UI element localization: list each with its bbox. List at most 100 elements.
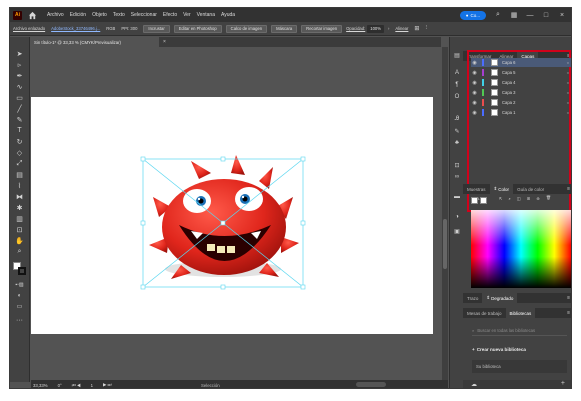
layer-target-icon[interactable]: ○ (567, 100, 569, 105)
artboards-panel-icon[interactable]: ⊡ (453, 161, 461, 169)
object-type-label[interactable]: Archivo enlazado (13, 26, 45, 31)
more-tools-icon[interactable]: ··· (14, 316, 25, 325)
collect-export-icon[interactable]: ⇱ (499, 196, 503, 201)
align-icon[interactable]: ⊞ (414, 25, 419, 32)
image-trace-button[interactable]: Calco de imagen (225, 24, 268, 33)
visibility-eye-icon[interactable]: ◉ (471, 60, 478, 66)
layer-name[interactable]: Capa 6 (502, 60, 550, 65)
clipping-mask-icon[interactable]: ◫ (517, 196, 521, 201)
scale-tool-icon[interactable]: ⤢ (14, 159, 25, 168)
artboard-nav-prev-icon[interactable]: ⏮ ◀ (72, 383, 81, 388)
tab-color-guide[interactable]: Guía de color (513, 184, 548, 194)
zoom-tool-icon[interactable]: ⌕ (14, 247, 25, 256)
close-icon[interactable]: × (557, 10, 567, 20)
menu-item-ver[interactable]: Ver (183, 12, 191, 18)
library-search-input[interactable]: ⌕ Buscar en todas las bibliotecas (472, 325, 567, 336)
tab-libraries[interactable]: Bibliotecas (505, 308, 536, 318)
cloud-icon[interactable]: ☁ (471, 381, 477, 388)
crop-image-button[interactable]: Recortar imagen (301, 24, 343, 33)
color-panel-menu-icon[interactable]: ≡ (567, 186, 570, 192)
draw-mode-icon[interactable]: ◐ (14, 291, 25, 300)
menu-item-texto[interactable]: Texto (113, 12, 125, 18)
hand-tool-icon[interactable]: ✋ (14, 236, 25, 245)
visibility-eye-icon[interactable]: ◉ (471, 70, 478, 76)
artboard-tool-icon[interactable]: ⊡ (14, 225, 25, 234)
pencil-tool-icon[interactable]: ✎ (14, 115, 25, 124)
share-button[interactable]: ● Co... (459, 10, 486, 20)
layer-target-icon[interactable]: ○ (567, 110, 569, 115)
comments-panel-icon[interactable]: ▬ (453, 193, 461, 201)
vertical-scrollbar[interactable] (442, 47, 448, 380)
add-asset-icon[interactable]: + (561, 380, 565, 387)
selection-tool-icon[interactable]: ➤ (14, 49, 25, 58)
layer-name[interactable]: Capa 2 (502, 100, 550, 105)
new-layer-icon[interactable]: ⊕ (536, 196, 540, 201)
curvature-tool-icon[interactable]: ∿ (14, 82, 25, 91)
embed-button[interactable]: Incrustar (143, 24, 170, 33)
menu-item-ayuda[interactable]: Ayuda (221, 12, 235, 18)
layer-row[interactable]: ◉ Capa 5 ○ (471, 68, 571, 77)
visibility-eye-icon[interactable]: ◉ (471, 100, 478, 106)
rotate-tool-icon[interactable]: ↻ (14, 137, 25, 146)
color-spectrum[interactable] (471, 210, 571, 288)
align-label[interactable]: Alinear (395, 26, 408, 31)
document-tab[interactable]: Sin título-1* @ 33,33 % (CMYK/Previsuali… (31, 37, 159, 47)
zoom-field[interactable]: 33,33% (33, 383, 48, 388)
artboard[interactable] (31, 97, 433, 334)
properties-icon[interactable]: ▤ (453, 51, 461, 59)
opentype-panel-icon[interactable]: O (453, 93, 461, 101)
visibility-eye-icon[interactable]: ◉ (471, 80, 478, 86)
gradient-tool-icon[interactable]: ▤ (14, 170, 25, 179)
eyedropper-tool-icon[interactable]: ⌇ (14, 181, 25, 190)
mask-button[interactable]: Máscara (271, 24, 298, 33)
delete-layer-icon[interactable]: 🗑 (546, 195, 551, 201)
locate-object-icon[interactable]: ⌕ (509, 196, 511, 201)
visibility-eye-icon[interactable]: ◉ (471, 110, 478, 116)
blend-tool-icon[interactable]: ⧓ (14, 192, 25, 201)
menu-item-edicion[interactable]: Edición (70, 12, 86, 18)
layer-name[interactable]: Capa 4 (502, 80, 550, 85)
canvas-area[interactable] (31, 47, 441, 380)
gradient-panel-menu-icon[interactable]: ≡ (567, 295, 570, 301)
paintbrush-tool-icon[interactable]: ╱ (14, 104, 25, 113)
graphic-styles-icon[interactable]: ▣ (453, 227, 461, 235)
paragraph-panel-icon[interactable]: ¶ (453, 81, 461, 89)
fill-stroke-mini[interactable] (471, 197, 478, 204)
direct-selection-tool-icon[interactable]: ▹ (14, 60, 25, 69)
menu-item-efecto[interactable]: Efecto (163, 12, 177, 18)
stroke-swatch[interactable] (18, 267, 26, 275)
symbol-sprayer-tool-icon[interactable]: ✱ (14, 203, 25, 212)
opacity-field[interactable]: 100% (367, 24, 384, 33)
new-sublayer-icon[interactable]: ⊞ (527, 196, 531, 201)
tab-color[interactable]: ⇕ Color (489, 184, 514, 194)
maximize-icon[interactable]: □ (541, 10, 551, 20)
tab-swatches[interactable]: Muestras (463, 184, 490, 194)
character-panel-icon[interactable]: A (453, 69, 461, 77)
layer-target-icon[interactable]: ○ (567, 70, 569, 75)
layer-row[interactable]: ◉ Capa 6 ○ (471, 58, 571, 67)
menu-item-objeto[interactable]: Objeto (92, 12, 107, 18)
workspace-grid-icon[interactable]: ▦ (509, 10, 519, 20)
screen-mode-icon[interactable]: ▭ (14, 302, 25, 311)
menu-item-archivo[interactable]: Archivo (47, 12, 64, 18)
layer-name[interactable]: Capa 5 (502, 70, 550, 75)
layer-target-icon[interactable]: ○ (567, 60, 569, 65)
layer-row[interactable]: ◉ Capa 2 ○ (471, 98, 571, 107)
tab-gradient[interactable]: ⇕ Degradado (482, 293, 518, 303)
artboard-number-field[interactable]: 1 (91, 383, 93, 388)
links-panel-icon[interactable]: ∞ (453, 173, 461, 181)
tab-artboards[interactable]: Mesas de trabajo (463, 308, 506, 318)
column-graph-tool-icon[interactable]: ▥ (14, 214, 25, 223)
none-swatch[interactable] (480, 197, 487, 204)
type-tool-icon[interactable]: T (14, 126, 25, 135)
visibility-eye-icon[interactable]: ◉ (471, 90, 478, 96)
vertical-scroll-thumb[interactable] (443, 219, 447, 269)
color-mode-icons[interactable]: ▪▫▨ (14, 280, 25, 289)
linked-file-name[interactable]: AdobeStock_33746496.j... (51, 26, 100, 31)
layer-target-icon[interactable]: ○ (567, 90, 569, 95)
edit-in-photoshop-button[interactable]: Editar en Photoshop (173, 24, 222, 33)
horizontal-scroll-thumb[interactable] (356, 382, 386, 387)
library-select[interactable]: Su biblioteca (472, 360, 567, 373)
close-tab-icon[interactable]: × (163, 39, 166, 45)
brushes-panel-icon[interactable]: ✎ (453, 127, 461, 135)
